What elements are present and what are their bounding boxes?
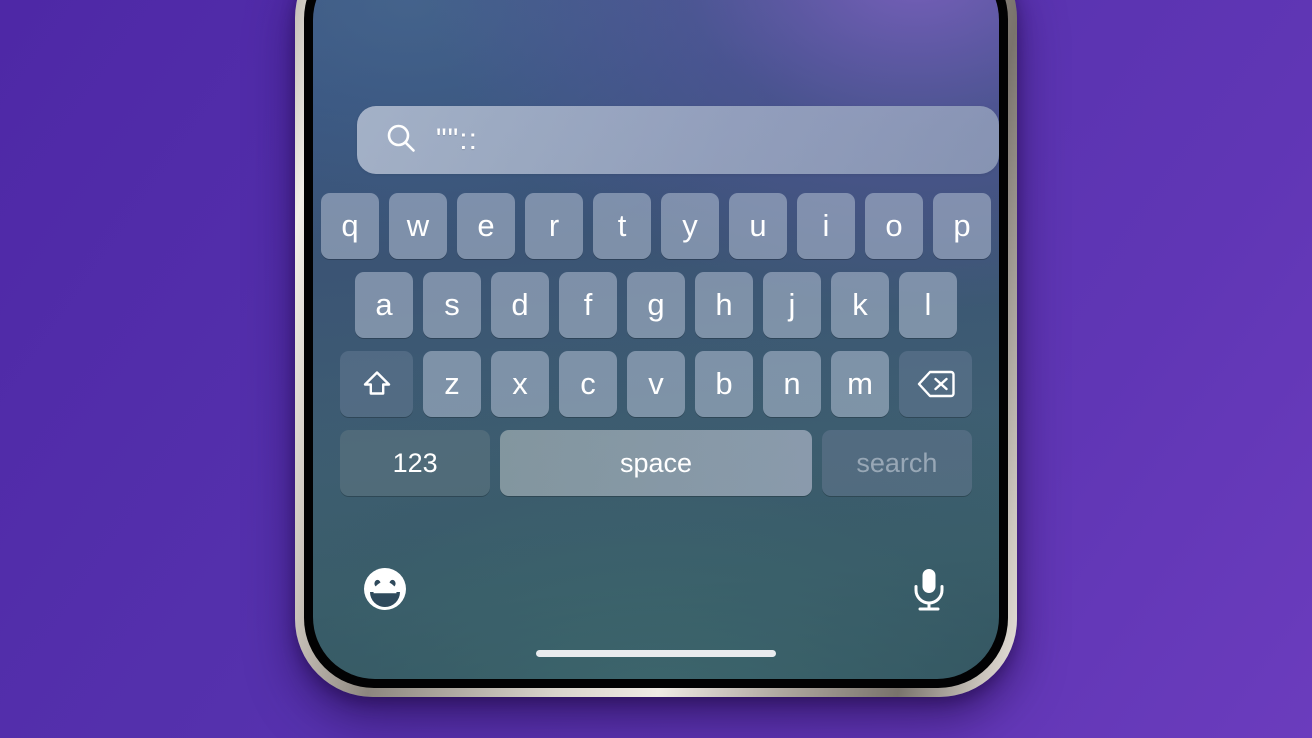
key-x[interactable]: x [491, 351, 549, 417]
keyboard-row-1: q w e r t y u i o p [321, 193, 991, 259]
key-m[interactable]: m [831, 351, 889, 417]
home-indicator[interactable] [536, 650, 776, 657]
key-space[interactable]: space [500, 430, 812, 496]
key-b[interactable]: b [695, 351, 753, 417]
key-y[interactable]: y [661, 193, 719, 259]
key-p[interactable]: p [933, 193, 991, 259]
key-j[interactable]: j [763, 272, 821, 338]
keyboard-row-4: 123 space search [335, 430, 977, 496]
microphone-icon[interactable] [907, 565, 951, 613]
key-i[interactable]: i [797, 193, 855, 259]
keyboard-row-2: a s d f g h j k l [335, 272, 977, 338]
key-l[interactable]: l [899, 272, 957, 338]
search-icon [384, 121, 418, 160]
shift-icon [360, 367, 394, 401]
screenshot-stage: "":: q w e r t y u i o p a s d f g h j k… [0, 0, 1312, 738]
key-w[interactable]: w [389, 193, 447, 259]
key-g[interactable]: g [627, 272, 685, 338]
key-s[interactable]: s [423, 272, 481, 338]
emoji-smile-icon[interactable] [361, 565, 409, 613]
on-screen-keyboard: q w e r t y u i o p a s d f g h j k l z … [313, 193, 999, 496]
key-c[interactable]: c [559, 351, 617, 417]
backspace-icon [916, 368, 956, 400]
keyboard-accessory-bar [313, 557, 999, 621]
key-o[interactable]: o [865, 193, 923, 259]
key-t[interactable]: t [593, 193, 651, 259]
key-k[interactable]: k [831, 272, 889, 338]
key-a[interactable]: a [355, 272, 413, 338]
key-search-return[interactable]: search [821, 430, 972, 496]
key-shift[interactable] [340, 351, 413, 417]
key-e[interactable]: e [457, 193, 515, 259]
phone-device: "":: q w e r t y u i o p a s d f g h j k… [295, 0, 1017, 697]
search-input-value[interactable]: "":: [436, 125, 478, 155]
key-z[interactable]: z [423, 351, 481, 417]
search-field[interactable]: "":: [357, 106, 999, 174]
key-n[interactable]: n [763, 351, 821, 417]
key-backspace[interactable] [899, 351, 972, 417]
key-d[interactable]: d [491, 272, 549, 338]
key-q[interactable]: q [321, 193, 379, 259]
key-f[interactable]: f [559, 272, 617, 338]
key-numeric-mode[interactable]: 123 [340, 430, 491, 496]
key-h[interactable]: h [695, 272, 753, 338]
keyboard-row-3: z x c v b n m [335, 351, 977, 417]
key-u[interactable]: u [729, 193, 787, 259]
key-v[interactable]: v [627, 351, 685, 417]
key-r[interactable]: r [525, 193, 583, 259]
phone-screen: "":: q w e r t y u i o p a s d f g h j k… [313, 0, 999, 679]
phone-bezel: "":: q w e r t y u i o p a s d f g h j k… [304, 0, 1008, 688]
